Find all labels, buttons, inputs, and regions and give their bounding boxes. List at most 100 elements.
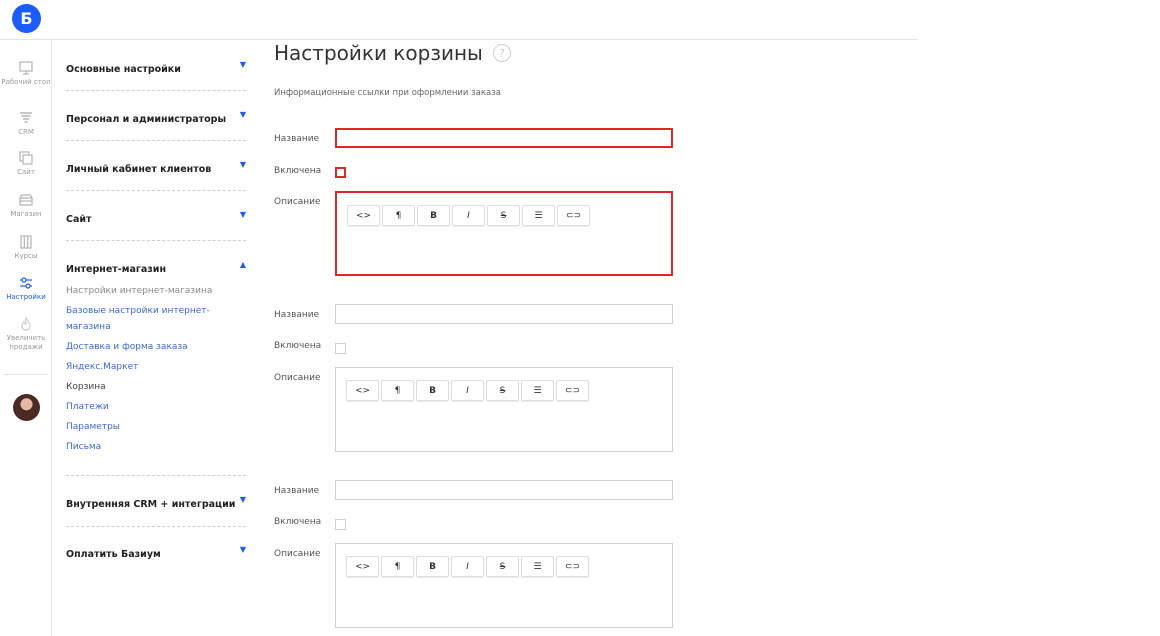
paragraph-button[interactable]: ¶: [381, 380, 414, 401]
menu-section-head[interactable]: Внутренняя CRM + интеграции ▼: [66, 492, 246, 510]
strikethrough-button[interactable]: S: [486, 556, 519, 577]
bold-button[interactable]: B: [417, 205, 450, 226]
name-input-2[interactable]: [335, 304, 673, 324]
menu-section-pay[interactable]: Оплатить Базиум ▼: [66, 542, 246, 560]
menu-divider: [66, 526, 246, 527]
rail-item-site[interactable]: Сайт: [0, 150, 52, 177]
sliders-icon: [20, 277, 32, 289]
list-button[interactable]: ☰: [521, 380, 554, 401]
enabled-checkbox-2[interactable]: [335, 343, 346, 354]
chevron-down-icon: ▼: [239, 495, 246, 504]
code-button[interactable]: <>: [346, 380, 379, 401]
rail-label: CRM: [18, 128, 34, 136]
monitor-icon: [19, 61, 33, 75]
paragraph-button[interactable]: ¶: [382, 205, 415, 226]
top-bar: Б: [0, 0, 918, 40]
rail-item-increase-sales[interactable]: Увеличить продажи: [0, 316, 52, 352]
menu-section-head[interactable]: Интернет-магазин ▲: [66, 257, 246, 275]
rail-label: Рабочий стол: [1, 78, 51, 86]
menu-section-title: Личный кабинет клиентов: [66, 164, 212, 175]
submenu-item-payments[interactable]: Платежи: [66, 399, 226, 415]
list-button[interactable]: ☰: [522, 205, 555, 226]
name-label: Название: [274, 134, 320, 144]
left-rail: Рабочий стол CRM Сайт Магазин Курсы Наст…: [0, 40, 52, 636]
submenu-item-store-settings[interactable]: Настройки интернет-магазина: [66, 283, 226, 299]
link-button[interactable]: ⊂⊃: [556, 556, 589, 577]
fire-icon: [21, 316, 31, 331]
editor-toolbar: <> ¶ B I S ☰ ⊂⊃: [346, 380, 591, 401]
rail-item-store[interactable]: Магазин: [0, 192, 52, 219]
menu-section-title: Оплатить Базиум: [66, 549, 161, 560]
rail-item-courses[interactable]: Курсы: [0, 234, 52, 261]
bold-button[interactable]: B: [416, 556, 449, 577]
menu-section-title: Интернет-магазин: [66, 264, 167, 275]
menu-section-main-settings[interactable]: Основные настройки ▼: [66, 57, 246, 75]
description-label: Описание: [274, 549, 321, 559]
menu-section-client-cabinet[interactable]: Личный кабинет клиентов ▼: [66, 157, 246, 175]
italic-button[interactable]: I: [452, 205, 485, 226]
chevron-down-icon: ▼: [239, 110, 246, 119]
strikethrough-button[interactable]: S: [486, 380, 519, 401]
editor-toolbar: <> ¶ B I S ☰ ⊂⊃: [347, 205, 592, 226]
menu-divider: [66, 190, 246, 191]
name-input-1[interactable]: [335, 128, 673, 148]
description-editor-3[interactable]: <> ¶ B I S ☰ ⊂⊃: [335, 543, 673, 628]
logo[interactable]: Б: [12, 4, 41, 33]
page-subtitle: Информационные ссылки при оформлении зак…: [274, 88, 501, 98]
bold-button[interactable]: B: [416, 380, 449, 401]
link-button[interactable]: ⊂⊃: [556, 380, 589, 401]
rail-label: Увеличить продажи: [6, 334, 46, 351]
description-editor-2[interactable]: <> ¶ B I S ☰ ⊂⊃: [335, 367, 673, 452]
menu-section-title: Внутренняя CRM + интеграции: [66, 499, 236, 510]
submenu-item-yandex-market[interactable]: Яндекс.Маркет: [66, 359, 226, 375]
menu-divider: [66, 240, 246, 241]
enabled-label: Включена: [274, 166, 322, 176]
chevron-down-icon: ▼: [239, 60, 246, 69]
menu-section-title: Сайт: [66, 214, 92, 225]
rail-label: Магазин: [10, 210, 42, 218]
menu-section-crm-integrations[interactable]: Внутренняя CRM + интеграции ▼: [66, 492, 246, 510]
site-icon: [19, 151, 33, 165]
description-label: Описание: [274, 197, 321, 207]
code-button[interactable]: <>: [346, 556, 379, 577]
list-button[interactable]: ☰: [521, 556, 554, 577]
name-input-3[interactable]: [335, 480, 673, 500]
enabled-checkbox-1[interactable]: [335, 167, 346, 178]
link-button[interactable]: ⊂⊃: [557, 205, 590, 226]
menu-section-head[interactable]: Личный кабинет клиентов ▼: [66, 157, 246, 175]
menu-section-staff[interactable]: Персонал и администраторы ▼: [66, 107, 246, 125]
description-editor-1[interactable]: <> ¶ B I S ☰ ⊂⊃: [335, 191, 673, 276]
menu-section-title: Основные настройки: [66, 64, 181, 75]
menu-section-head[interactable]: Сайт ▼: [66, 207, 246, 225]
chevron-up-icon: ▲: [239, 260, 246, 269]
help-icon[interactable]: ?: [493, 44, 511, 62]
submenu-item-cart[interactable]: Корзина: [66, 379, 226, 395]
menu-section-title: Персонал и администраторы: [66, 114, 227, 125]
menu-section-site[interactable]: Сайт ▼: [66, 207, 246, 225]
paragraph-button[interactable]: ¶: [381, 556, 414, 577]
menu-section-head[interactable]: Оплатить Базиум ▼: [66, 542, 246, 560]
menu-section-head[interactable]: Основные настройки ▼: [66, 57, 246, 75]
italic-button[interactable]: I: [451, 556, 484, 577]
menu-section-online-store[interactable]: Интернет-магазин ▲ Настройки интернет-ма…: [66, 257, 246, 455]
avatar[interactable]: [13, 394, 40, 421]
code-button[interactable]: <>: [347, 205, 380, 226]
submenu-item-letters[interactable]: Письма: [66, 439, 226, 455]
italic-button[interactable]: I: [451, 380, 484, 401]
strikethrough-button[interactable]: S: [487, 205, 520, 226]
rail-label: Курсы: [14, 252, 38, 260]
enabled-label: Включена: [274, 341, 322, 351]
submenu-item-delivery[interactable]: Доставка и форма заказа: [66, 339, 226, 355]
enabled-checkbox-3[interactable]: [335, 519, 346, 530]
rail-item-crm[interactable]: CRM: [0, 110, 52, 137]
editor-toolbar: <> ¶ B I S ☰ ⊂⊃: [346, 556, 591, 577]
submenu-item-base-settings[interactable]: Базовые настройки интернет-магазина: [66, 303, 226, 335]
rail-divider: [4, 374, 48, 375]
rail-item-desktop[interactable]: Рабочий стол: [0, 60, 52, 87]
menu-divider: [66, 140, 246, 141]
enabled-label: Включена: [274, 517, 322, 527]
rail-item-settings[interactable]: Настройки: [0, 275, 52, 302]
menu-section-head[interactable]: Персонал и администраторы ▼: [66, 107, 246, 125]
submenu-item-parameters[interactable]: Параметры: [66, 419, 226, 435]
chevron-down-icon: ▼: [239, 210, 246, 219]
